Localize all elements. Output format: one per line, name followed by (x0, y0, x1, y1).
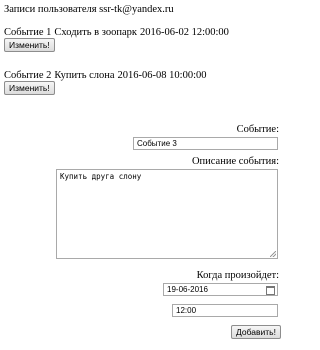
event-description-label: Описание события: (191, 156, 279, 167)
calendar-icon[interactable] (266, 286, 275, 295)
event-date-value: 19-06-2016 (167, 285, 208, 294)
event-datetime: 2016-06-02 12:00:00 (139, 27, 229, 38)
event-item: Событие 2 Купить слона 2016-06-08 10:00:00 (4, 70, 207, 81)
event-datetime: 2016-06-08 10:00:00 (117, 70, 207, 81)
resize-grip-icon[interactable] (270, 251, 276, 257)
page-title: Записи пользователя ssr-tk@yandex.ru (4, 4, 174, 15)
event-description-textarea[interactable]: Купить друга слону (56, 169, 278, 259)
event-item: Событие 1 Сходить в зоопарк 2016-06-02 12:… (4, 27, 229, 38)
event-label: Событие 1 (4, 27, 52, 38)
event-name: Купить слона (54, 70, 115, 81)
event-when-label: Когда произойдет: (196, 270, 279, 281)
event-name: Сходить в зоопарк (54, 27, 137, 38)
event-description-text: Купить друга слону (60, 172, 142, 181)
event-time-input[interactable]: 12:00 (172, 304, 278, 317)
event-name-label: Событие: (236, 124, 279, 135)
add-event-button[interactable]: Добавить! (231, 325, 281, 339)
event-date-input[interactable]: 19-06-2016 (163, 283, 278, 296)
edit-event-button[interactable]: Изменить! (4, 38, 55, 52)
event-name-input[interactable]: Событие 3 (133, 137, 278, 150)
event-label: Событие 2 (4, 70, 52, 81)
edit-event-button[interactable]: Изменить! (4, 81, 55, 95)
